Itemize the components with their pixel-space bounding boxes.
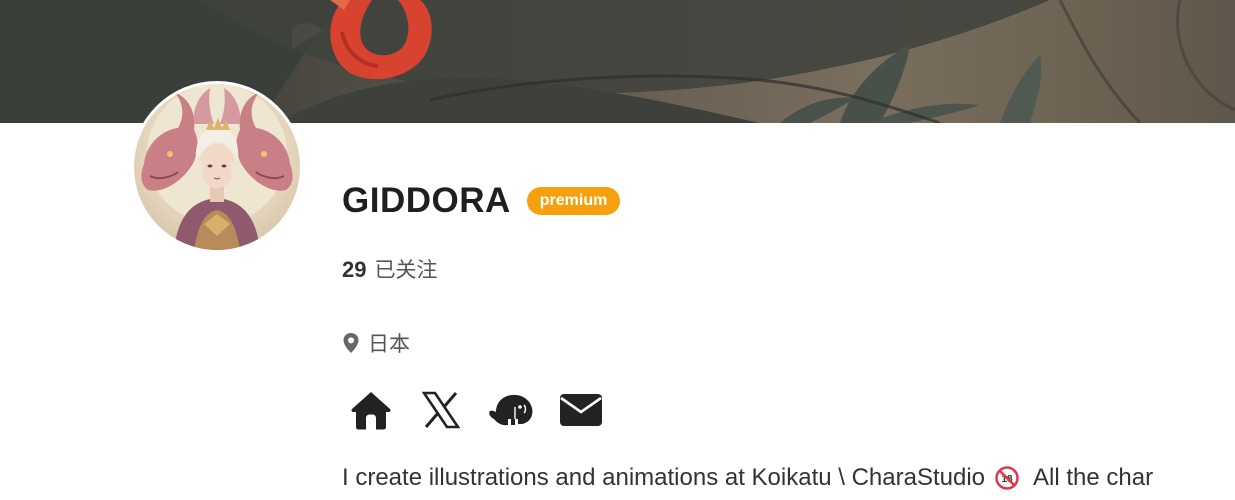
name-row: GIDDORA premium <box>342 180 621 222</box>
bio-text-continued: All the char <box>1033 464 1154 491</box>
following-count: 29 <box>342 257 367 282</box>
social-links <box>348 388 628 432</box>
following-label: 已关注 <box>374 258 438 282</box>
home-icon[interactable] <box>348 388 394 432</box>
user-name: GIDDORA <box>342 181 511 220</box>
location: 日本 <box>342 328 410 358</box>
map-pin-icon <box>343 333 359 353</box>
bio-text: I create illustrations and animations at… <box>342 464 986 491</box>
no-under-18-icon: 18 <box>995 466 1019 490</box>
dragon-avatar <box>134 84 300 250</box>
mastodon-icon[interactable] <box>488 388 534 432</box>
x-icon[interactable] <box>418 388 464 432</box>
bio: I create illustrations and animations at… <box>342 464 1153 492</box>
following-link[interactable]: 29 已关注 <box>342 254 437 284</box>
location-text: 日本 <box>368 332 410 356</box>
avatar[interactable] <box>131 81 303 253</box>
mail-icon[interactable] <box>558 388 604 432</box>
premium-badge: premium <box>526 187 621 215</box>
profile-page: GIDDORA premium 29 已关注 日本 I create illus… <box>0 0 1235 500</box>
